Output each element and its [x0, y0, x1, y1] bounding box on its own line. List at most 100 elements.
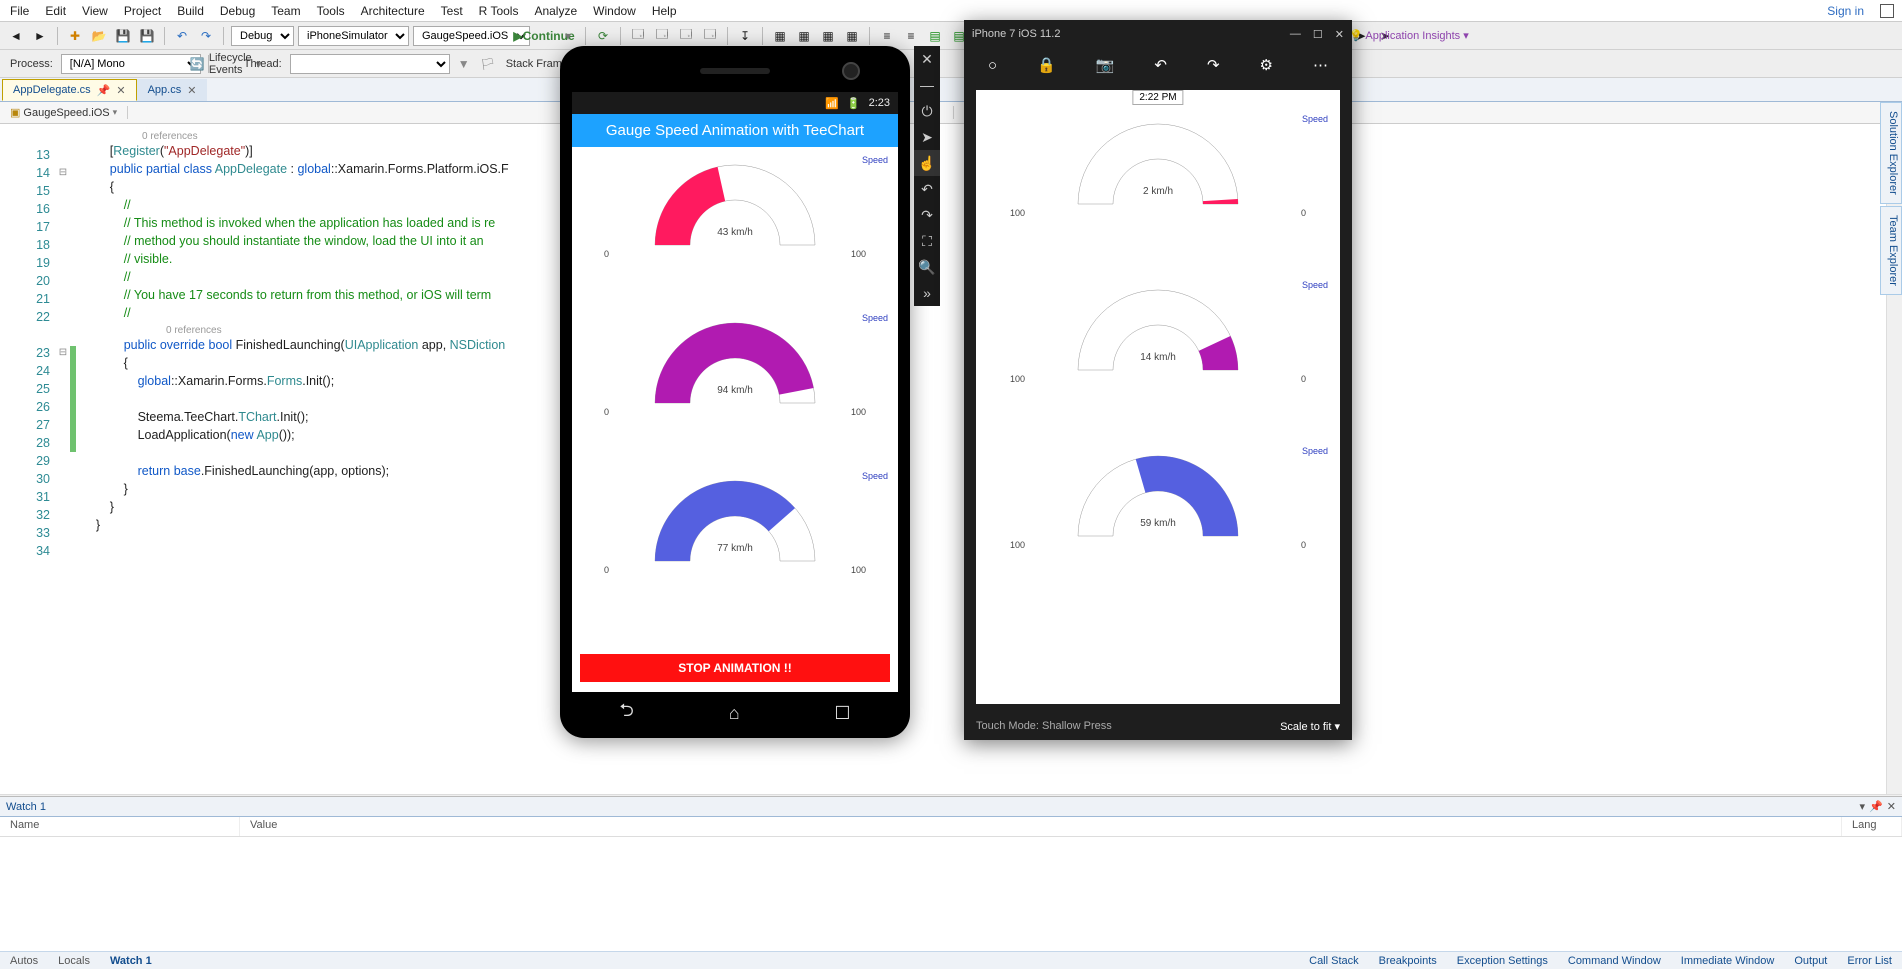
- layout-icon[interactable]: ▦: [770, 26, 790, 46]
- refresh-icon[interactable]: ⟳: [593, 26, 613, 46]
- menu-help[interactable]: Help: [644, 2, 685, 20]
- nav-back-icon[interactable]: ◄: [6, 26, 26, 46]
- close-icon[interactable]: ✕: [187, 84, 196, 97]
- nav-left[interactable]: ▣GaugeSpeed.iOS▾: [0, 106, 128, 119]
- menu-team[interactable]: Team: [263, 2, 308, 20]
- thread-flag-icon[interactable]: 🏳: [478, 54, 498, 74]
- status-output[interactable]: Output: [1784, 955, 1837, 967]
- menu-build[interactable]: Build: [169, 2, 212, 20]
- bottom-tab-locals[interactable]: Locals: [48, 955, 100, 967]
- thread-filter-icon[interactable]: ▼: [454, 54, 474, 74]
- side-team-explorer[interactable]: Team Explorer: [1880, 206, 1902, 295]
- redo-icon[interactable]: ↷: [196, 26, 216, 46]
- status-call-stack[interactable]: Call Stack: [1299, 955, 1369, 967]
- tab-appdelegate-cs[interactable]: AppDelegate.cs📌✕: [2, 79, 137, 101]
- emu-fit-icon[interactable]: ⛶: [914, 228, 940, 254]
- status-exception-settings[interactable]: Exception Settings: [1447, 955, 1558, 967]
- pin-icon[interactable]: 📌: [97, 84, 111, 97]
- indent-icon[interactable]: ≡: [877, 26, 897, 46]
- browsers2-icon[interactable]: 🗔: [652, 26, 672, 46]
- status-immediate-window[interactable]: Immediate Window: [1671, 955, 1785, 967]
- emu-zoom-icon[interactable]: 🔍: [914, 254, 940, 280]
- step-icon[interactable]: ↧: [735, 26, 755, 46]
- status-command-window[interactable]: Command Window: [1558, 955, 1671, 967]
- thread-combo[interactable]: [290, 54, 450, 74]
- ios-min-icon[interactable]: —: [1290, 28, 1301, 41]
- menu-r-tools[interactable]: R Tools: [471, 2, 527, 20]
- emu-more-icon[interactable]: »: [914, 280, 940, 306]
- layout2-icon[interactable]: ▦: [794, 26, 814, 46]
- emu-power-icon[interactable]: ⏻: [914, 98, 940, 124]
- emu-pointer-icon[interactable]: ➤: [914, 124, 940, 150]
- ios-lock-icon[interactable]: 🔒: [1037, 56, 1056, 74]
- close-icon[interactable]: ✕: [116, 84, 125, 97]
- status-error-list[interactable]: Error List: [1837, 955, 1902, 967]
- emu-close-icon[interactable]: ✕: [914, 46, 940, 72]
- stop-animation-button[interactable]: STOP ANIMATION !!: [580, 654, 890, 682]
- lifecycle-icon[interactable]: 🔄 Lifecycle Events ▾: [216, 54, 236, 74]
- menu-architecture[interactable]: Architecture: [353, 2, 433, 20]
- save-icon[interactable]: 💾: [113, 26, 133, 46]
- ios-close-icon[interactable]: ✕: [1335, 28, 1344, 41]
- layout3-icon[interactable]: ▦: [818, 26, 838, 46]
- tab-app-cs[interactable]: App.cs✕: [137, 79, 208, 101]
- menu-debug[interactable]: Debug: [212, 2, 263, 20]
- save-all-icon[interactable]: 💾: [137, 26, 157, 46]
- continue-button[interactable]: ▶ Continue: [534, 26, 554, 46]
- layout4-icon[interactable]: ▦: [842, 26, 862, 46]
- code-editor[interactable]: 1314151617181920212223242526272829303132…: [0, 124, 1902, 794]
- fold-gutter[interactable]: ⊟⊟: [56, 124, 70, 794]
- ios-more-icon[interactable]: ⋯: [1313, 56, 1328, 74]
- menu-window[interactable]: Window: [585, 2, 644, 20]
- bottom-tab-autos[interactable]: Autos: [0, 955, 48, 967]
- browsers3-icon[interactable]: 🗔: [676, 26, 696, 46]
- indent2-icon[interactable]: ≡: [901, 26, 921, 46]
- ios-scale-combo[interactable]: Scale to fit ▾: [1280, 720, 1340, 733]
- browsers4-icon[interactable]: 🗔: [700, 26, 720, 46]
- open-file-icon[interactable]: 📂: [89, 26, 109, 46]
- ios-device-screen[interactable]: 2:22 PM Speed 2 km/h 100 0 Speed 14 km/h…: [976, 90, 1340, 704]
- emu-rotate-ccw-icon[interactable]: ↶: [914, 176, 940, 202]
- status-breakpoints[interactable]: Breakpoints: [1369, 955, 1447, 967]
- menu-project[interactable]: Project: [116, 2, 169, 20]
- emu-rotate-cw-icon[interactable]: ↷: [914, 202, 940, 228]
- menu-edit[interactable]: Edit: [37, 2, 74, 20]
- android-home-icon[interactable]: ⌂: [729, 703, 740, 724]
- process-combo[interactable]: [N/A] Mono: [61, 54, 201, 74]
- col-value[interactable]: Value: [240, 817, 1842, 836]
- side-solution-explorer[interactable]: Solution Explorer: [1880, 102, 1902, 204]
- nav-fwd-icon[interactable]: ►: [30, 26, 50, 46]
- continue-drop-icon[interactable]: ▾: [558, 26, 578, 46]
- undo-icon[interactable]: ↶: [172, 26, 192, 46]
- android-back-icon[interactable]: ⮌: [619, 698, 633, 728]
- sign-in-link[interactable]: Sign in: [1817, 2, 1874, 20]
- menu-tools[interactable]: Tools: [309, 2, 353, 20]
- android-recent-icon[interactable]: ☐: [834, 703, 850, 724]
- watch-close-icon[interactable]: ✕: [1887, 800, 1896, 813]
- platform-combo[interactable]: iPhoneSimulator: [298, 26, 409, 46]
- menu-view[interactable]: View: [74, 2, 116, 20]
- appinsights-button[interactable]: 💡 Application Insights ▾: [1399, 26, 1419, 46]
- menu-test[interactable]: Test: [433, 2, 471, 20]
- ios-rotcw-icon[interactable]: ↷: [1207, 56, 1220, 74]
- col-name[interactable]: Name: [0, 817, 240, 836]
- android-screen[interactable]: 📶 🔋 2:23 Gauge Speed Animation with TeeC…: [572, 92, 898, 692]
- ios-home-icon[interactable]: ○: [988, 57, 997, 74]
- bottom-tab-watch-1[interactable]: Watch 1: [100, 955, 162, 967]
- menu-analyze[interactable]: Analyze: [526, 2, 585, 20]
- watch-rows[interactable]: [0, 837, 1902, 951]
- notification-icon[interactable]: [1880, 4, 1894, 18]
- comment-icon[interactable]: ▤: [925, 26, 945, 46]
- col-lang[interactable]: Lang: [1842, 817, 1902, 836]
- emu-minimize-icon[interactable]: —: [914, 72, 940, 98]
- config-combo[interactable]: Debug: [231, 26, 294, 46]
- watch-drop-icon[interactable]: ▾: [1860, 800, 1866, 813]
- watch-pin-icon[interactable]: 📌: [1869, 800, 1883, 813]
- emu-touch-icon[interactable]: ☝: [914, 150, 940, 176]
- browsers-icon[interactable]: 🗔: [628, 26, 648, 46]
- menu-file[interactable]: File: [2, 2, 37, 20]
- ios-settings-icon[interactable]: ⚙: [1260, 56, 1273, 74]
- ios-rotccw-icon[interactable]: ↶: [1154, 56, 1167, 74]
- new-file-icon[interactable]: ✚: [65, 26, 85, 46]
- ios-max-icon[interactable]: ☐: [1313, 28, 1323, 41]
